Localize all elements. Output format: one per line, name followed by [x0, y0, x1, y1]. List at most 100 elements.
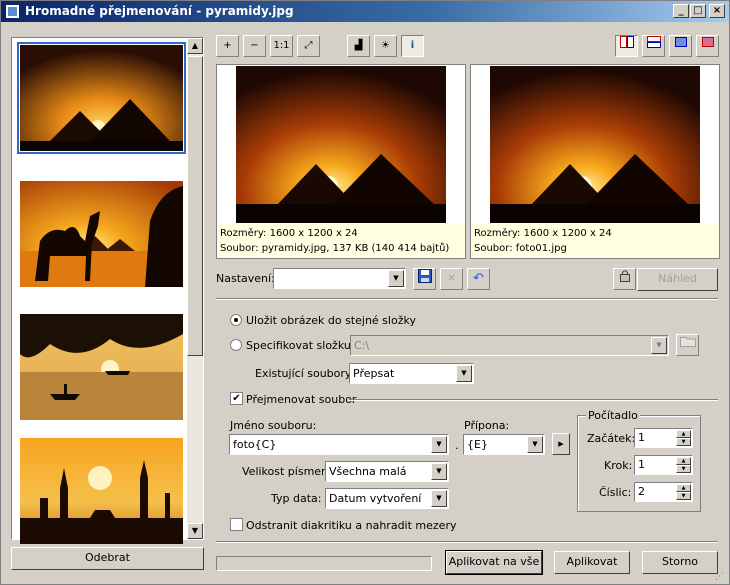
close-button[interactable]: ×	[709, 4, 725, 18]
counter-start-value: 1	[638, 431, 645, 444]
zoom-out-icon[interactable]: −	[243, 35, 266, 57]
result-file: Soubor: foto01.jpg	[474, 243, 567, 254]
result-dimensions: Rozměry: 1600 x 1200 x 24	[474, 228, 612, 239]
extension-combo[interactable]: {E} ▼	[463, 434, 545, 455]
thumbnail-scrollbar[interactable]: ▲ ▼	[187, 38, 203, 539]
thumbnail-palm-boat-sunset[interactable]	[20, 314, 183, 420]
date-type-combo[interactable]: Datum vytvoření ▼	[325, 488, 449, 509]
cancel-button[interactable]: Storno	[642, 551, 718, 574]
separator	[216, 298, 718, 300]
counter-digits-value: 2	[638, 485, 645, 498]
maximize-button[interactable]: □	[690, 4, 706, 18]
chevron-down-icon[interactable]: ▼	[651, 337, 667, 354]
original-info: Rozměry: 1600 x 1200 x 24 Soubor: pyrami…	[217, 224, 465, 258]
settings-label: Nastavení:	[216, 272, 275, 285]
thumbnail-pyramids-sunset[interactable]	[17, 42, 186, 154]
original-image	[236, 66, 446, 223]
actual-size-icon[interactable]: 1:1	[270, 35, 293, 57]
spin-up-icon[interactable]: ▲	[676, 457, 691, 465]
counter-step-value: 1	[638, 458, 645, 471]
filename-label: Jméno souboru:	[230, 419, 317, 432]
rename-checkbox[interactable]: ✔	[230, 392, 243, 405]
counter-step-spin[interactable]: 1 ▲ ▼	[634, 455, 693, 475]
remove-button[interactable]: Odebrat	[11, 547, 204, 570]
title-bar[interactable]: Hromadné přejmenování - pyramidy.jpg _ □…	[1, 1, 729, 22]
zoom-in-icon[interactable]: +	[216, 35, 239, 57]
original-preview: Rozměry: 1600 x 1200 x 24 Soubor: pyrami…	[216, 64, 466, 259]
chevron-down-icon[interactable]: ▼	[431, 490, 447, 507]
scroll-thumb[interactable]	[187, 56, 203, 356]
insert-tag-button[interactable]: ▸	[552, 433, 570, 455]
histogram-icon[interactable]: ▟	[347, 35, 370, 57]
extension-value: {E}	[467, 438, 488, 451]
scroll-up-icon[interactable]: ▲	[187, 38, 203, 54]
main-window: Hromadné přejmenování - pyramidy.jpg _ □…	[0, 0, 730, 585]
counter-digits-spin[interactable]: 2 ▲ ▼	[634, 482, 693, 502]
progress-bar	[216, 556, 432, 571]
existing-files-combo[interactable]: Přepsat ▼	[349, 363, 474, 384]
bottom-separator	[216, 541, 718, 543]
original-file: Soubor: pyramidy.jpg, 137 KB (140 414 ba…	[220, 243, 450, 254]
save-settings-icon[interactable]	[413, 268, 436, 290]
spin-down-icon[interactable]: ▼	[676, 465, 691, 473]
lock-icon[interactable]	[613, 268, 636, 290]
chevron-down-icon[interactable]: ▼	[388, 270, 404, 287]
thumbnail-list[interactable]: ▲ ▼	[11, 37, 204, 544]
date-type-label: Typ data:	[271, 492, 322, 505]
thumbnail-camel-pyramids[interactable]	[20, 181, 183, 287]
resize-grip-icon[interactable]: ⋰	[715, 572, 724, 582]
undo-icon[interactable]: ↶	[467, 268, 490, 290]
remove-diacritics-label: Odstranit diakritiku a nahradit mezery	[246, 519, 457, 532]
specify-folder-label: Specifikovat složku:	[246, 339, 355, 352]
chevron-down-icon[interactable]: ▼	[456, 365, 472, 382]
scroll-down-icon[interactable]: ▼	[187, 523, 203, 539]
filename-combo[interactable]: foto{C} ▼	[229, 434, 449, 455]
remove-diacritics-checkbox[interactable]	[230, 518, 243, 531]
thumbnail-mosque-sunset[interactable]	[20, 438, 183, 544]
case-label: Velikost písmen:	[242, 465, 332, 478]
specify-folder-radio[interactable]	[230, 339, 242, 351]
apply-all-button[interactable]: Aplikovat na vše	[445, 550, 543, 575]
existing-files-label: Existující soubory:	[255, 367, 355, 380]
preview-button[interactable]: Náhled	[637, 268, 718, 291]
chevron-down-icon[interactable]: ▼	[527, 436, 543, 453]
result-info: Rozměry: 1600 x 1200 x 24 Soubor: foto01…	[471, 224, 719, 258]
extension-label: Přípona:	[464, 419, 510, 432]
info-icon[interactable]: i	[401, 35, 424, 57]
window-title: Hromadné přejmenování - pyramidy.jpg	[25, 4, 294, 18]
result-preview: Rozměry: 1600 x 1200 x 24 Soubor: foto01…	[470, 64, 720, 259]
adjust-icon[interactable]: ☀	[374, 35, 397, 57]
extension-dot: .	[455, 439, 459, 452]
split-vertical-icon[interactable]	[615, 35, 638, 57]
delete-settings-icon[interactable]: ✕	[440, 268, 463, 290]
case-value: Všechna malá	[329, 465, 407, 478]
spin-down-icon[interactable]: ▼	[676, 492, 691, 500]
settings-combo[interactable]: ▼	[273, 268, 406, 289]
split-horizontal-icon[interactable]	[642, 35, 665, 57]
browse-folder-icon[interactable]	[676, 334, 699, 356]
counter-start-label: Začátek:	[587, 432, 636, 445]
same-folder-label: Uložit obrázek do stejné složky	[246, 314, 416, 327]
date-type-value: Datum vytvoření	[329, 492, 422, 505]
apply-button[interactable]: Aplikovat	[554, 551, 630, 574]
chevron-down-icon[interactable]: ▼	[431, 463, 447, 480]
counter-digits-label: Číslic:	[599, 486, 632, 499]
counter-step-label: Krok:	[604, 459, 633, 472]
spin-up-icon[interactable]: ▲	[676, 484, 691, 492]
same-folder-radio[interactable]	[230, 314, 242, 326]
single-result-icon[interactable]	[696, 35, 719, 57]
counter-title: Počítadlo	[586, 409, 640, 422]
minimize-button[interactable]: _	[673, 4, 689, 18]
spin-up-icon[interactable]: ▲	[676, 430, 691, 438]
chevron-down-icon[interactable]: ▼	[431, 436, 447, 453]
result-image	[490, 66, 700, 223]
case-combo[interactable]: Všechna malá ▼	[325, 461, 449, 482]
counter-start-spin[interactable]: 1 ▲ ▼	[634, 428, 693, 448]
original-dimensions: Rozměry: 1600 x 1200 x 24	[220, 228, 358, 239]
rename-separator	[349, 399, 718, 401]
spin-down-icon[interactable]: ▼	[676, 438, 691, 446]
app-icon	[5, 4, 20, 19]
folder-combo[interactable]: C:\ ▼	[350, 335, 669, 356]
single-original-icon[interactable]	[669, 35, 692, 57]
fit-window-icon[interactable]: ⤢	[297, 35, 320, 57]
